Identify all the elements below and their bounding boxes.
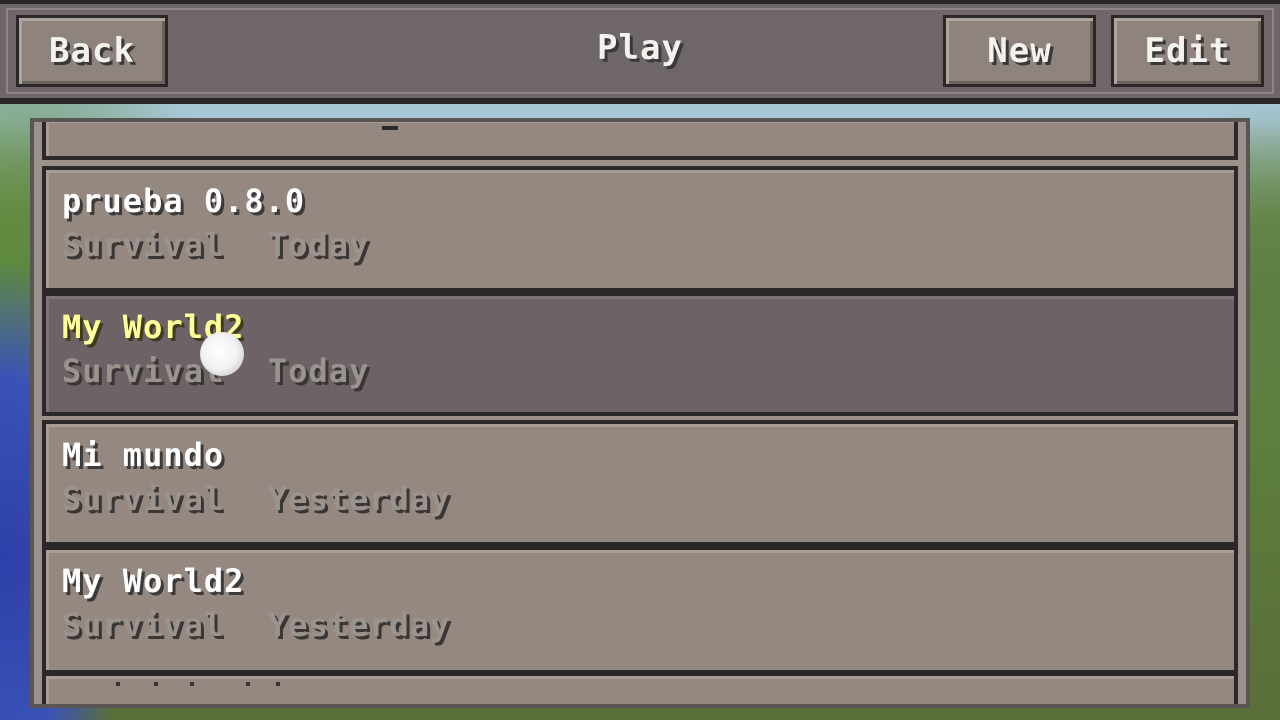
- list-item-partial-bottom[interactable]: [42, 672, 1238, 704]
- world-name: Mi mundo: [62, 436, 225, 474]
- world-date: Yesterday: [268, 480, 451, 518]
- new-world-button[interactable]: New: [943, 15, 1096, 87]
- world-mode: Survival: [62, 226, 225, 264]
- world-mode: Survival: [62, 606, 225, 644]
- back-button[interactable]: Back: [16, 15, 168, 87]
- world-row[interactable]: prueba 0.8.0 Survival Today: [42, 166, 1238, 292]
- world-row[interactable]: Mi mundo Survival Yesterday: [42, 420, 1238, 546]
- page-title: Play: [597, 28, 683, 68]
- world-date: Yesterday: [268, 606, 451, 644]
- world-date: Today: [268, 226, 370, 264]
- world-row[interactable]: My World2 Survival Yesterday: [42, 546, 1238, 674]
- world-name: prueba 0.8.0: [62, 182, 306, 220]
- world-date: Today: [268, 352, 370, 390]
- edit-button[interactable]: Edit: [1111, 15, 1264, 87]
- world-name: My World2: [62, 562, 245, 600]
- world-list[interactable]: prueba 0.8.0 Survival Today My World2 Su…: [30, 118, 1250, 708]
- world-mode: Survival: [62, 480, 225, 518]
- touch-indicator-icon: [200, 332, 244, 376]
- list-item-partial-top[interactable]: [42, 122, 1238, 160]
